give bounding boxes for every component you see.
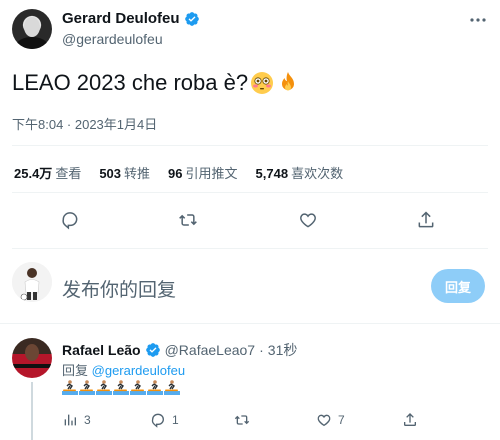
reply-input[interactable]: 发布你的回复 xyxy=(62,275,176,302)
reply-like-button[interactable]: 7 xyxy=(316,412,345,428)
share-icon xyxy=(404,413,416,426)
likes-value: 5,748 xyxy=(255,166,289,181)
avatar-face xyxy=(24,17,40,37)
reply-text xyxy=(62,379,180,395)
ellipsis-icon xyxy=(470,18,486,22)
views-label: 查看 xyxy=(55,166,82,181)
reply-submit-button[interactable]: 回复 xyxy=(431,269,485,303)
divider xyxy=(12,192,488,193)
reply-author-avatar[interactable] xyxy=(12,338,52,378)
tweet-stats: 25.4万 查看 503 转推 96 引用推文 5,748 喜欢次数 xyxy=(14,163,343,182)
reply-retweet-button[interactable] xyxy=(234,412,256,428)
reply-action-bar: 3 1 7 xyxy=(0,412,500,432)
dot-separator: · xyxy=(259,342,264,358)
fire-icon xyxy=(282,72,295,91)
like-button[interactable] xyxy=(294,206,322,234)
views-value: 25.4万 xyxy=(14,166,53,181)
reply-views-button[interactable]: 3 xyxy=(62,412,91,428)
person-surfing-icon xyxy=(79,380,95,395)
reply-author-row: Rafael Leão @RafaeLeao7 · 31秒 xyxy=(62,340,297,360)
retweet-button[interactable] xyxy=(174,206,202,234)
person-surfing-icon xyxy=(164,380,180,395)
tweet-text: LEAO 2023 che roba è? xyxy=(12,70,300,96)
share-icon xyxy=(418,211,434,228)
avatar-face xyxy=(25,344,39,361)
person-surfing-icon xyxy=(113,380,129,395)
retweets-value: 503 xyxy=(99,166,122,181)
analytics-icon xyxy=(64,414,76,426)
avatar-shoulder xyxy=(16,37,48,49)
retweet-icon xyxy=(179,214,197,226)
reply-author-handle[interactable]: @RafaeLeao7 xyxy=(165,342,256,358)
tweet-text-content: LEAO 2023 che roba è? xyxy=(12,70,249,95)
person-surfing-icon xyxy=(130,380,146,395)
author-name[interactable]: Gerard Deulofeu xyxy=(62,10,180,27)
reply-icon xyxy=(151,413,165,428)
reply-reply-button[interactable]: 1 xyxy=(150,412,179,428)
author-name-row[interactable]: Gerard Deulofeu xyxy=(62,10,200,27)
replying-to: 回复 @gerardeulofeu xyxy=(62,360,185,379)
like-icon xyxy=(317,414,331,427)
likes-stat[interactable]: 5,748 喜欢次数 xyxy=(256,163,344,182)
views-stat[interactable]: 25.4万 查看 xyxy=(14,163,81,182)
reply-time[interactable]: 31秒 xyxy=(268,340,298,360)
avatar-jersey-stripe xyxy=(12,364,52,368)
like-icon xyxy=(300,213,316,228)
more-options-icon[interactable] xyxy=(468,10,488,30)
reply-button[interactable] xyxy=(56,206,84,234)
author-avatar[interactable] xyxy=(12,9,52,49)
share-button[interactable] xyxy=(412,206,440,234)
replying-to-mention[interactable]: @gerardeulofeu xyxy=(92,363,185,378)
reply-reply-count: 1 xyxy=(172,413,179,427)
person-surfing-icon xyxy=(62,380,78,395)
current-user-avatar[interactable] xyxy=(12,262,52,302)
person-surfing-icon xyxy=(96,380,112,395)
section-divider xyxy=(0,323,500,324)
quotes-value: 96 xyxy=(168,166,183,181)
person-surfing-icon xyxy=(147,380,163,395)
reply-author-name[interactable]: Rafael Leão xyxy=(62,342,141,358)
quotes-stat[interactable]: 96 引用推文 xyxy=(168,163,237,182)
retweet-icon xyxy=(234,415,250,425)
divider xyxy=(12,248,488,249)
flushed-face-icon xyxy=(251,72,274,94)
reply-like-count: 7 xyxy=(338,413,345,427)
likes-label: 喜欢次数 xyxy=(291,166,344,181)
reply-icon xyxy=(62,212,78,230)
author-handle[interactable]: @gerardeulofeu xyxy=(62,31,163,47)
retweets-stat[interactable]: 503 转推 xyxy=(99,163,150,182)
retweets-label: 转推 xyxy=(124,166,151,181)
verified-badge-icon xyxy=(184,11,199,26)
replying-to-prefix: 回复 xyxy=(62,363,89,378)
user-photo-icon xyxy=(12,262,52,302)
tweet-timestamp[interactable]: 下午8:04 · 2023年1月4日 xyxy=(12,114,157,133)
quotes-label: 引用推文 xyxy=(185,166,238,181)
reply-share-button[interactable] xyxy=(402,412,418,428)
reply-views-count: 3 xyxy=(84,413,91,427)
divider xyxy=(12,145,488,146)
tweet-action-bar xyxy=(0,206,500,236)
verified-badge-icon xyxy=(145,343,160,357)
